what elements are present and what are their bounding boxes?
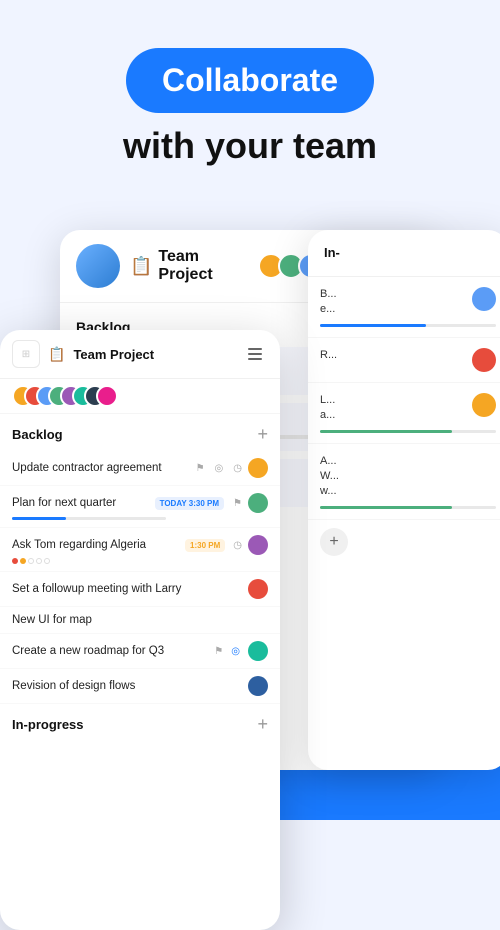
mobile-backlog-title: Backlog <box>12 427 63 442</box>
mobile-task-text-5: New UI for map <box>12 614 268 626</box>
right-task-4[interactable]: A...W...w... <box>308 444 500 520</box>
backlog-add-button[interactable]: + <box>257 424 268 445</box>
task-icon-6: ⚑ <box>214 646 223 657</box>
mob-avatar-8 <box>96 385 118 407</box>
mobile-progress-2 <box>12 517 166 520</box>
header: Collaborate with your team <box>0 0 500 186</box>
right-task-text-3: L...a... <box>320 393 496 424</box>
mobile-task-3[interactable]: Ask Tom regarding Algeria 1:30 PM ◷ <box>0 528 280 572</box>
inprogress-add-button[interactable]: + <box>257 714 268 735</box>
mobile-menu-icon[interactable] <box>248 344 268 364</box>
dot-orange <box>20 558 26 564</box>
collaborate-badge: Collaborate <box>126 48 374 113</box>
mobile-task-text-2: Plan for next quarter <box>12 497 149 509</box>
mobile-task-text-4: Set a followup meeting with Larry <box>12 583 242 595</box>
dot-red <box>12 558 18 564</box>
mobile-logo: ⊞ <box>12 340 40 368</box>
mobile-project-emoji: 📋 <box>48 346 65 363</box>
mobile-task-avatar-1 <box>248 458 268 478</box>
mockup-container: 📋 Team Project Backlog Update contractor… <box>0 210 500 889</box>
right-avatar-1 <box>472 287 496 311</box>
menu-line-2 <box>248 353 262 355</box>
right-task-1[interactable]: B...e... <box>308 277 500 338</box>
task-dots-3 <box>12 558 268 564</box>
mobile-task-avatar-7 <box>248 676 268 696</box>
right-progress-fill-1 <box>320 324 426 327</box>
task-icon-4: ⚑ <box>233 498 242 509</box>
right-progress-4 <box>320 506 496 509</box>
project-title-area: 📋 Team Project <box>130 248 248 284</box>
mobile-task-4[interactable]: Set a followup meeting with Larry <box>0 572 280 607</box>
subtitle: with your team <box>20 125 480 166</box>
right-plus-button[interactable]: + <box>320 528 348 556</box>
task-icon-1: ⚑ <box>196 463 205 474</box>
mobile-progress-fill-2 <box>12 517 66 520</box>
right-task-text-4: A...W...w... <box>320 454 496 500</box>
project-emoji: 📋 <box>130 256 152 277</box>
task-tag-time: 1:30 PM <box>185 539 225 552</box>
right-progress-1 <box>320 324 496 327</box>
mobile-inprogress-title: In-progress <box>12 717 84 732</box>
menu-line-1 <box>248 348 262 350</box>
right-progress-3 <box>320 430 496 433</box>
user-avatar <box>76 244 120 288</box>
task-icon-3: ◷ <box>233 463 242 474</box>
project-name: Team Project <box>158 248 248 284</box>
mobile-task-avatar-4 <box>248 579 268 599</box>
menu-line-3 <box>248 358 262 360</box>
mobile-task-text-6: Create a new roadmap for Q3 <box>12 645 208 657</box>
dot-empty-1 <box>28 558 34 564</box>
mobile-task-avatar-3 <box>248 535 268 555</box>
dot-empty-2 <box>36 558 42 564</box>
right-avatar-2 <box>472 348 496 372</box>
mobile-avatar-row <box>0 379 280 414</box>
right-task-3[interactable]: L...a... <box>308 383 500 444</box>
mobile-section-header: Backlog + <box>0 414 280 451</box>
right-panel-header: In- <box>308 230 500 277</box>
mobile-task-text-3: Ask Tom regarding Algeria <box>12 539 179 551</box>
mobile-task-avatar-6 <box>248 641 268 661</box>
mobile-task-7[interactable]: Revision of design flows <box>0 669 280 704</box>
dot-empty-3 <box>44 558 50 564</box>
right-panel-title: In- <box>324 245 340 260</box>
right-avatar-3 <box>472 393 496 417</box>
right-task-text-1: B...e... <box>320 287 496 318</box>
right-progress-fill-3 <box>320 430 452 433</box>
right-panel: In- B...e... R... L...a... A...W...w... <box>308 230 500 770</box>
mobile-card: ⊞ 📋 Team Project Backlog + <box>0 330 280 930</box>
mobile-inprogress-header: In-progress + <box>0 704 280 741</box>
mobile-task-6[interactable]: Create a new roadmap for Q3 ⚑ ◎ <box>0 634 280 669</box>
task-icon-2: ◎ <box>215 463 224 474</box>
right-progress-fill-4 <box>320 506 452 509</box>
mobile-task-1[interactable]: Update contractor agreement ⚑ ◎ ◷ <box>0 451 280 486</box>
mobile-task-5[interactable]: New UI for map <box>0 607 280 634</box>
mobile-task-text-7: Revision of design flows <box>12 680 242 692</box>
right-task-text-2: R... <box>320 348 496 363</box>
mobile-task-text-1: Update contractor agreement <box>12 462 190 474</box>
task-tag-today: TODAY 3:30 PM <box>155 497 224 510</box>
mobile-project-name: Team Project <box>73 347 240 362</box>
right-task-2[interactable]: R... <box>308 338 500 383</box>
task-icon-5: ◷ <box>233 540 242 551</box>
mobile-task-avatar-2 <box>248 493 268 513</box>
mobile-task-2[interactable]: Plan for next quarter TODAY 3:30 PM ⚑ <box>0 486 280 528</box>
task-icon-7: ◎ <box>231 646 240 657</box>
mobile-header: ⊞ 📋 Team Project <box>0 330 280 379</box>
